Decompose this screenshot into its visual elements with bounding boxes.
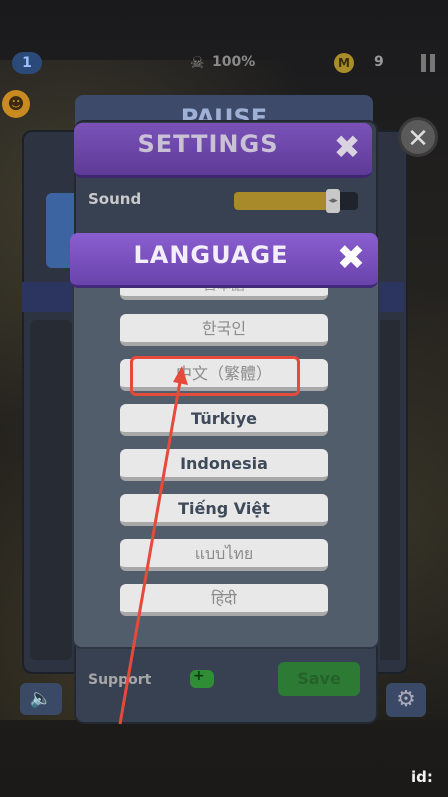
annotation-arrow	[118, 366, 188, 725]
id-label: id:	[411, 768, 433, 786]
